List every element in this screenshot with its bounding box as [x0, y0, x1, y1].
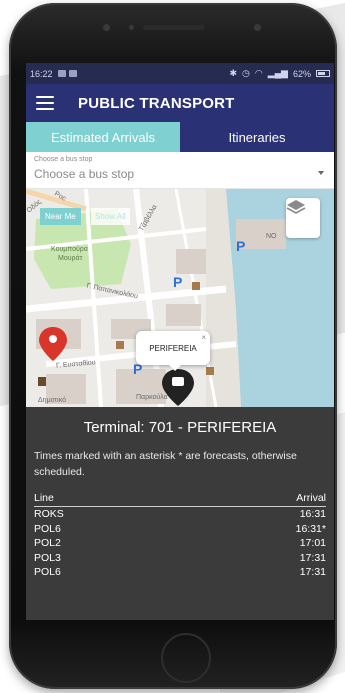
battery-percent: 62%: [292, 68, 311, 79]
status-icons: ✱ ◷ ◠ ▂▄▆ 62%: [229, 68, 330, 79]
bluetooth-icon: ✱: [229, 68, 238, 78]
row-line: POL3: [34, 551, 61, 564]
street-label: NO: [266, 233, 277, 240]
near-me-button[interactable]: Near Me: [40, 208, 81, 225]
forecast-note: Times marked with an asterisk * are fore…: [34, 450, 297, 478]
table-row: POL6 16:31*: [34, 522, 326, 537]
row-arrival: 16:31*: [295, 522, 326, 535]
street-label: Παρκούλα: [136, 394, 168, 401]
street-label: Μουράτ: [58, 255, 83, 262]
popup-tail: [169, 365, 181, 371]
street-label: Δημοτικό: [38, 397, 67, 404]
home-button[interactable]: [161, 633, 211, 683]
show-all-button[interactable]: Show All: [91, 208, 130, 225]
bus-stop-caption: Choose a bus stop: [34, 156, 93, 163]
signal-icon: ▂▄▆: [267, 68, 288, 78]
map-view[interactable]: P P P Τζαβέλλα Γ. Παπανικολάου Γ. Ευσταθ…: [26, 189, 334, 407]
status-time: 16:22: [30, 68, 53, 79]
parking-icon: P: [236, 238, 245, 254]
table-row: POL6 17:31: [34, 565, 326, 580]
poi-icon: [192, 282, 200, 290]
row-line: ROKS: [34, 508, 64, 521]
status-bar: 16:22 ✱ ◷ ◠ ▂▄▆ 62%: [26, 63, 334, 84]
building: [176, 249, 206, 274]
wifi-icon: ◠: [254, 68, 263, 78]
bus-stop-value: Choose a bus stop: [34, 167, 135, 181]
tab-bar: Estimated Arrivals Itineraries: [26, 122, 334, 152]
tab-estimated-arrivals[interactable]: Estimated Arrivals: [26, 122, 180, 152]
poi-icon: [206, 367, 214, 375]
image-notification-icon: [57, 70, 66, 77]
map-popup: PERIFEREIA ×: [136, 331, 210, 371]
app-screen: 16:22 ✱ ◷ ◠ ▂▄▆ 62% PUBLIC TRANSPORT Est…: [26, 63, 334, 620]
popup-close-icon[interactable]: ×: [201, 333, 206, 342]
column-line: Line: [34, 492, 54, 504]
earpiece-speaker: [143, 25, 205, 30]
layers-icon: [286, 200, 306, 214]
street-label: Κουμπούρα: [51, 246, 88, 253]
table-row: ROKS 16:31: [34, 507, 326, 522]
poi-icon: [38, 377, 46, 386]
bus-stop-select[interactable]: Choose a bus stop Choose a bus stop: [26, 152, 334, 189]
row-arrival: 17:31: [299, 566, 326, 579]
terminal-info-panel: Terminal: 701 - PERIFEREIA Times marked …: [26, 407, 334, 620]
parking-icon: P: [173, 274, 182, 290]
building: [166, 304, 201, 326]
alarm-icon: ◷: [242, 68, 250, 78]
message-notification-icon: [68, 70, 77, 77]
table-row: POL3 17:31: [34, 551, 326, 566]
bus-icon: [172, 377, 184, 386]
table-row: POL2 17:01: [34, 536, 326, 551]
phone-top: [9, 3, 337, 63]
row-line: POL2: [34, 537, 61, 550]
arrivals-table-header: Line Arrival: [34, 492, 326, 507]
popup-label: PERIFEREIA: [149, 343, 197, 353]
row-line: POL6: [34, 522, 61, 535]
row-arrival: 17:31: [299, 551, 326, 564]
sensor-dot: [129, 25, 134, 30]
sensor-dot: [103, 24, 110, 31]
tab-itineraries[interactable]: Itineraries: [180, 122, 334, 152]
column-arrival: Arrival: [296, 492, 326, 504]
row-arrival: 17:01: [299, 537, 326, 550]
row-arrival: 16:31: [299, 508, 326, 521]
arrivals-table: ROKS 16:31 POL6 16:31* POL2 17:01 POL3 1…: [34, 507, 326, 580]
layers-button[interactable]: [286, 198, 320, 238]
app-bar: PUBLIC TRANSPORT: [26, 84, 334, 122]
terminal-title: Terminal: 701 - PERIFEREIA: [83, 419, 277, 436]
battery-icon: [316, 70, 330, 77]
red-location-marker: [49, 335, 57, 343]
poi-icon: [116, 341, 124, 349]
hamburger-menu-icon[interactable]: [36, 96, 54, 110]
front-camera: [254, 24, 261, 31]
row-line: POL6: [34, 566, 61, 579]
dropdown-arrow-icon: [318, 171, 324, 175]
app-title: PUBLIC TRANSPORT: [78, 94, 235, 112]
